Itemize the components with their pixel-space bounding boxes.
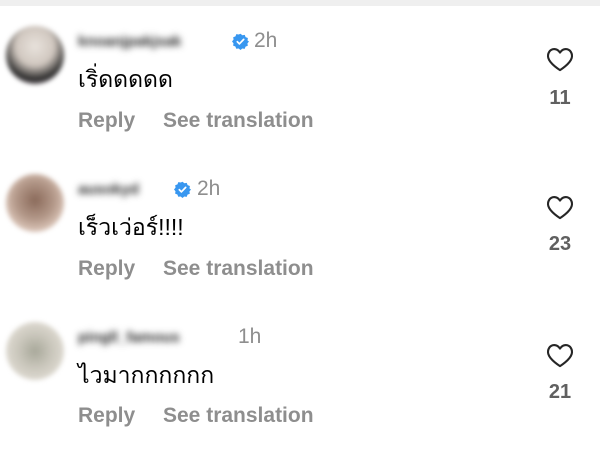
comment-time: 2h: [197, 177, 221, 200]
verified-badge-icon: [174, 181, 191, 198]
username[interactable]: ausokyd: [78, 180, 139, 200]
see-translation-button[interactable]: See translation: [163, 403, 314, 429]
comment-text: ไวมากกกกกก: [78, 362, 215, 388]
like-count: 23: [548, 233, 572, 255]
username[interactable]: pingll_famous: [78, 328, 180, 348]
comment-item: knoanjpakjsak 2h เริ่ดดดดด Reply See tra…: [0, 20, 600, 160]
heart-icon[interactable]: [546, 194, 574, 220]
comment-text: เริ่ดดดดด: [78, 66, 173, 92]
like-count: 21: [548, 381, 572, 403]
comment-item: pingll_famous 1h ไวมากกกกกก Reply See tr…: [0, 316, 600, 456]
verified-badge-icon: [232, 33, 249, 50]
like-count: 11: [549, 87, 571, 109]
reply-button[interactable]: Reply: [78, 403, 135, 429]
heart-icon[interactable]: [546, 46, 574, 72]
comment-time: 2h: [254, 29, 278, 52]
comment-item: ausokyd 2h เร็วเว่อร์!!!! Reply See tran…: [0, 168, 600, 308]
username[interactable]: knoanjpakjsak: [78, 32, 181, 52]
avatar[interactable]: [6, 26, 64, 84]
heart-icon[interactable]: [546, 342, 574, 368]
comment-text: เร็วเว่อร์!!!!: [78, 214, 184, 240]
avatar[interactable]: [6, 322, 64, 380]
reply-button[interactable]: Reply: [78, 108, 135, 134]
top-divider: [0, 0, 600, 6]
see-translation-button[interactable]: See translation: [163, 108, 314, 134]
avatar[interactable]: [6, 174, 64, 232]
comment-time: 1h: [238, 325, 262, 348]
reply-button[interactable]: Reply: [78, 256, 135, 282]
see-translation-button[interactable]: See translation: [163, 256, 314, 282]
